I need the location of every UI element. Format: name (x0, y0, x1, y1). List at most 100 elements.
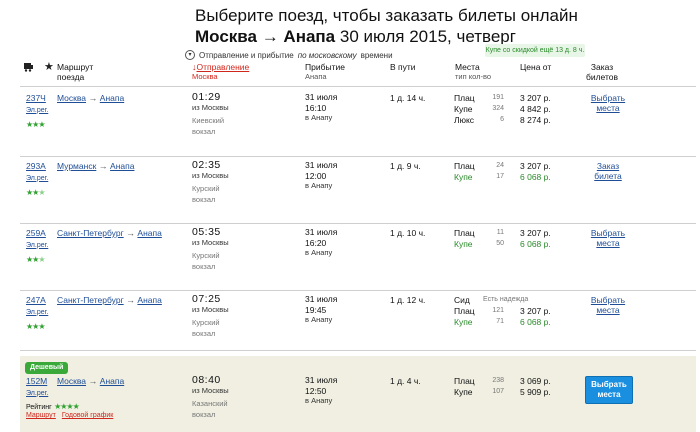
seat-count: 6 (500, 116, 504, 123)
seat-price: 3 069 р. (520, 376, 551, 386)
train-type-link[interactable]: Эл.рег. (26, 107, 48, 114)
train-number-link[interactable]: 259А (26, 228, 46, 238)
cheapest-badge: Дешевый (25, 362, 69, 374)
seat-type: Купе (454, 317, 473, 327)
arrival-date: 31 июля (305, 160, 338, 170)
train-row-cheapest: Дешевый 152М Эл.рег. Рейтинг ★★★★ Москва… (20, 356, 696, 432)
seat-type: Плац (454, 228, 475, 238)
route-to-link[interactable]: Анапа (110, 161, 134, 171)
seat-type: Плац (454, 161, 475, 171)
choose-seats-link[interactable]: Выбрать места (591, 228, 625, 248)
train-type-link[interactable]: Эл.рег. (26, 242, 48, 249)
order-ticket-link[interactable]: Заказ билета (594, 161, 622, 181)
time-note-suffix: времени (360, 50, 393, 60)
route-to-link[interactable]: Анапа (100, 376, 124, 386)
col-route-label: Маршрут (57, 62, 94, 72)
choose-line2: места (596, 238, 620, 248)
route-to-link[interactable]: Анапа (137, 228, 161, 238)
train-number-link[interactable]: 293А (26, 161, 46, 171)
train-type-link[interactable]: Эл.рег. (26, 309, 48, 316)
arrival-place: в Анапу (305, 248, 333, 257)
train-type-link[interactable]: Эл.рег. (26, 390, 48, 397)
choose-seats-button[interactable]: Выбрать места (585, 376, 633, 404)
departure-station: Курский (192, 184, 220, 193)
rating-label: Рейтинг (26, 404, 52, 411)
route-arrow-icon: → (98, 161, 108, 171)
departure-station-suffix: вокзал (192, 328, 216, 338)
choose-seats-link[interactable]: Выбрать места (591, 93, 625, 113)
time-note-prefix: Отправление и прибытие (199, 50, 294, 60)
route-to-link[interactable]: Анапа (100, 93, 124, 103)
departure-time: 05:35 (192, 226, 221, 238)
route-details-link[interactable]: Маршрут (26, 412, 56, 419)
seat-type: Купе (454, 387, 473, 397)
choose-line2: места (596, 305, 620, 315)
choose-seats-link[interactable]: Выбрать места (591, 295, 625, 315)
time-toggle-icon[interactable]: ▾ (185, 50, 195, 60)
seat-count: 238 (492, 377, 504, 384)
departure-station-suffix: вокзал (192, 261, 216, 271)
seat-price: 5 909 р. (520, 387, 551, 397)
choose-line1: Выбрать (590, 295, 626, 305)
col-arrival-label: Прибытие (305, 62, 345, 72)
route-arrow-icon: → (88, 93, 98, 103)
choose-line1: Выбрать (590, 93, 626, 103)
seat-price: 3 207 р. (520, 161, 551, 171)
time-note: ▾ Отправление и прибытие по московскому … (185, 50, 393, 60)
train-number-link[interactable]: 237Ч (26, 93, 46, 103)
col-seats-sub: тип кол-во (455, 72, 492, 81)
arrival-place: в Анапу (305, 315, 333, 324)
page-title: Выберите поезд, чтобы заказать билеты он… (195, 6, 578, 25)
route: Москва → Анапа (57, 93, 124, 104)
departure-station: Курский (192, 318, 220, 327)
departure-station-suffix: вокзал (192, 409, 216, 419)
train-row: 237Ч Эл.рег. ★★★ Москва → Анапа 01:29 из… (20, 88, 696, 157)
seat-type: Люкс (454, 115, 475, 125)
departure-station: Курский (192, 251, 220, 260)
seat-count: 24 (496, 162, 504, 169)
header-divider (20, 86, 696, 87)
choose-line1: Выбрать (590, 228, 626, 238)
arrival-time: 16:20 (305, 237, 327, 248)
train-sort-icon[interactable] (23, 62, 34, 72)
route-arrow-icon: → (126, 228, 136, 238)
arrival-time: 12:00 (305, 170, 327, 181)
seat-count: 191 (492, 94, 504, 101)
route-from-link[interactable]: Мурманск (57, 161, 96, 171)
col-route-sub: поезда (57, 72, 85, 82)
seat-type: Плац (454, 376, 475, 386)
route-to-link[interactable]: Анапа (137, 295, 161, 305)
route-from-link[interactable]: Москва (57, 93, 86, 103)
route-arrow-icon: → (88, 376, 98, 386)
col-arrival[interactable]: Прибытие Анапа (305, 62, 345, 82)
annual-schedule-link[interactable]: Годовой график (62, 412, 114, 419)
arrival-date: 31 июля (305, 375, 338, 385)
travel-time: 1 д. 10 ч. (390, 228, 426, 238)
arrival-time: 19:45 (305, 304, 327, 315)
col-order-sub: билетов (585, 72, 619, 82)
arrival-place: в Анапу (305, 396, 333, 405)
seat-count: 121 (492, 307, 504, 314)
train-number-link[interactable]: 152М (26, 376, 47, 386)
choose-line2: места (596, 103, 620, 113)
col-route[interactable]: Маршрут поезда (57, 62, 93, 82)
route-from-link[interactable]: Санкт-Петербург (57, 295, 124, 305)
col-travel[interactable]: В пути (390, 62, 416, 72)
seat-price: 6 068 р. (520, 317, 551, 327)
seat-type: Купе (454, 239, 473, 249)
rating-sort-icon[interactable]: ★ (44, 60, 54, 73)
route-from-link[interactable]: Москва (57, 376, 86, 386)
arrival-place: в Анапу (305, 113, 333, 122)
col-departure[interactable]: ↓Отправление Москва (192, 62, 249, 82)
departure-station-suffix: вокзал (192, 126, 216, 136)
route: Санкт-Петербург → Анапа (57, 228, 162, 239)
route-arrow-icon: → (126, 295, 136, 305)
train-type-link[interactable]: Эл.рег. (26, 175, 48, 182)
col-order: Заказ билетов (582, 62, 622, 82)
seat-price: 3 207 р. (520, 93, 551, 103)
train-number-link[interactable]: 247А (26, 295, 46, 305)
train-row: 293А Эл.рег. ★★★ Мурманск → Анапа 02:35 … (20, 156, 696, 224)
col-price[interactable]: Цена от (520, 62, 551, 72)
route-from-link[interactable]: Санкт-Петербург (57, 228, 124, 238)
seat-type: Сид (454, 295, 470, 305)
